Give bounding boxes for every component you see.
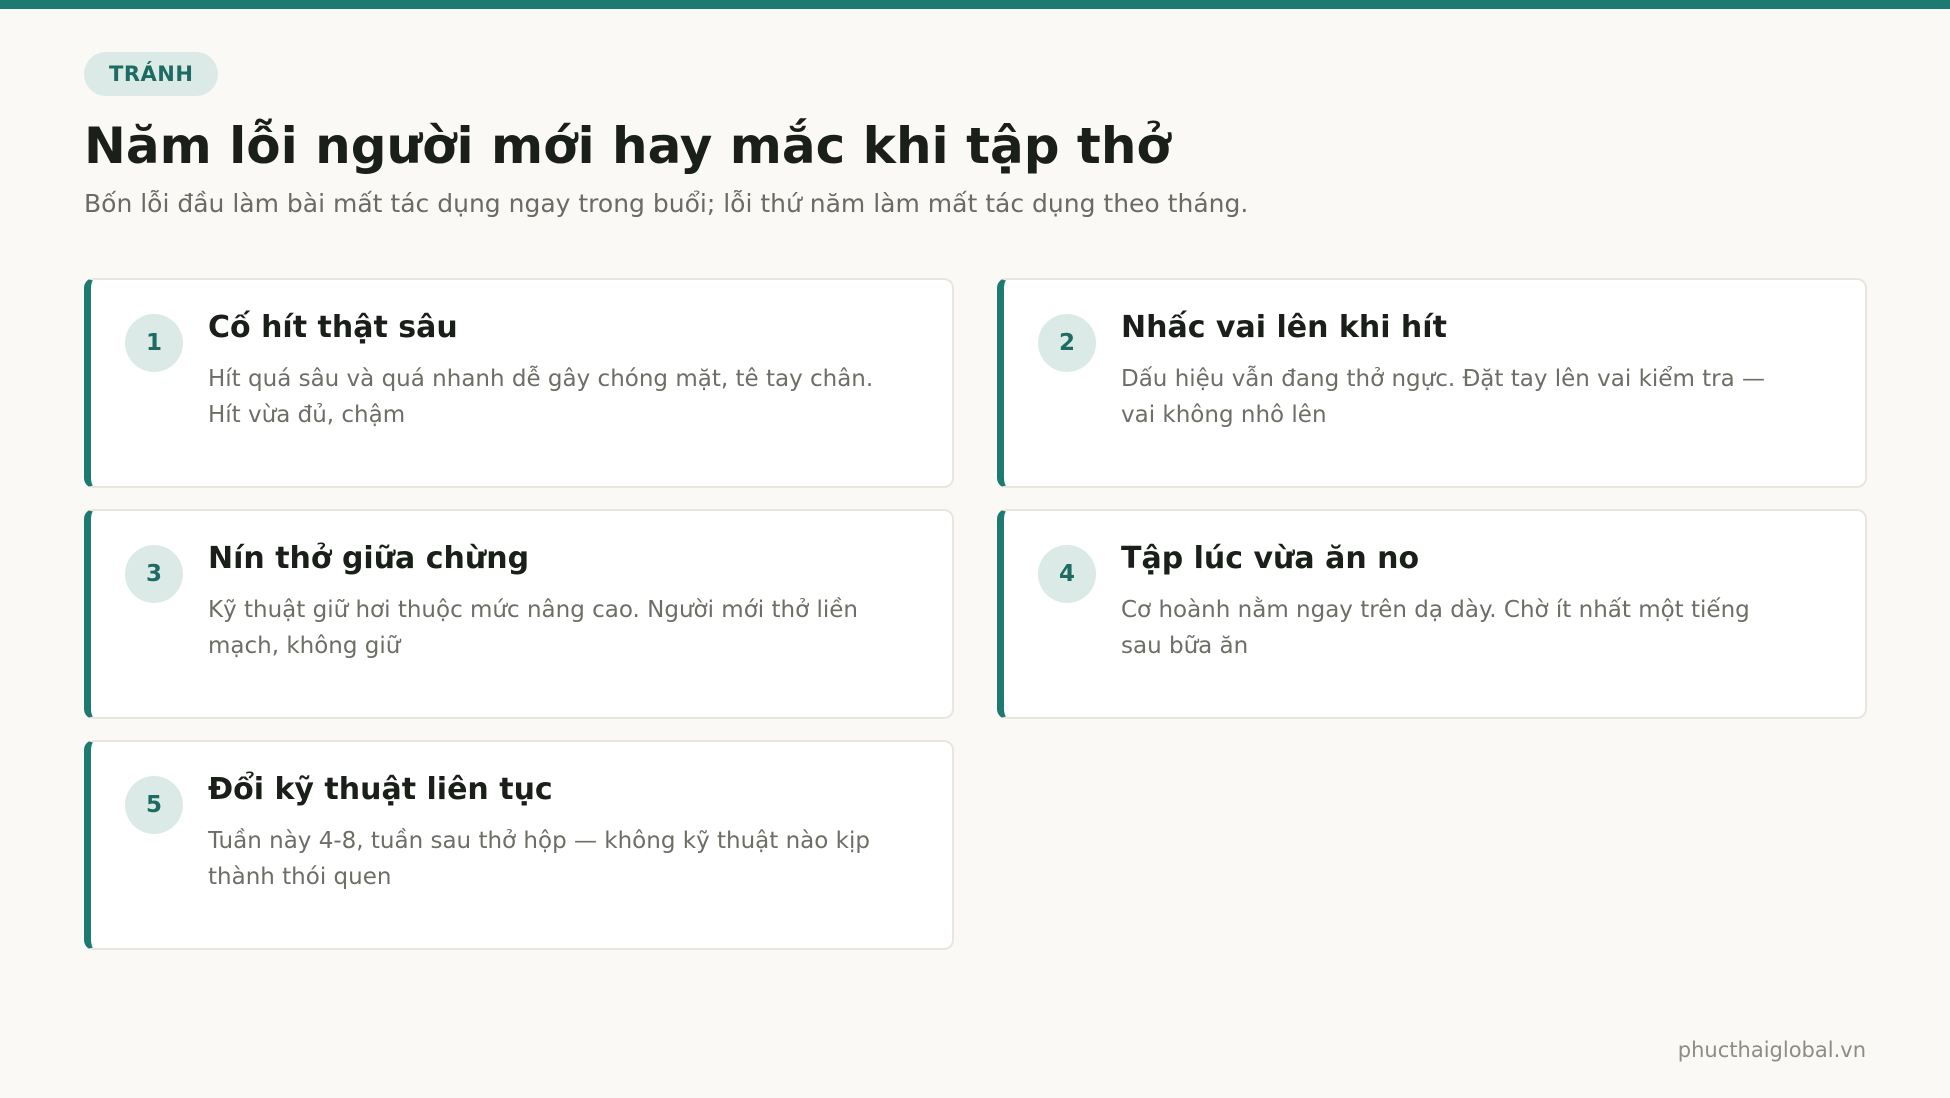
mistake-card-2: 2 Nhấc vai lên khi hít Dấu hiệu vẫn đang… — [997, 278, 1867, 488]
card-title: Nín thở giữa chừng — [208, 541, 530, 576]
card-title: Đổi kỹ thuật liên tục — [208, 772, 553, 807]
number-badge: 4 — [1038, 545, 1096, 603]
card-description: Cơ hoành nằm ngay trên dạ dày. Chờ ít nh… — [1121, 597, 1750, 659]
card-description: Hít quá sâu và quá nhanh dễ gây chóng mặ… — [208, 366, 874, 428]
number-badge: 1 — [125, 314, 183, 372]
mistake-card-5: 5 Đổi kỹ thuật liên tục Tuần này 4-8, tu… — [84, 740, 954, 950]
mistake-card-1: 1 Cố hít thật sâu Hít quá sâu và quá nha… — [84, 278, 954, 488]
card-title: Cố hít thật sâu — [208, 310, 458, 345]
mistakes-grid: 1 Cố hít thật sâu Hít quá sâu và quá nha… — [84, 278, 1867, 950]
number-badge: 3 — [125, 545, 183, 603]
page-subtitle: Bốn lỗi đầu làm bài mất tác dụng ngay tr… — [84, 188, 1249, 218]
top-accent-bar — [0, 0, 1950, 9]
card-description: Kỹ thuật giữ hơi thuộc mức nâng cao. Ngư… — [208, 597, 858, 659]
card-description: Dấu hiệu vẫn đang thở ngực. Đặt tay lên … — [1121, 366, 1766, 428]
footer-website: phucthaiglobal.vn — [1677, 1038, 1866, 1062]
card-title: Nhấc vai lên khi hít — [1121, 310, 1447, 345]
page-title: Năm lỗi người mới hay mắc khi tập thở — [84, 117, 1171, 175]
card-description: Tuần này 4-8, tuần sau thở hộp — không k… — [208, 828, 870, 890]
number-badge: 2 — [1038, 314, 1096, 372]
number-badge: 5 — [125, 776, 183, 834]
mistake-card-4: 4 Tập lúc vừa ăn no Cơ hoành nằm ngay tr… — [997, 509, 1867, 719]
card-title: Tập lúc vừa ăn no — [1121, 541, 1420, 576]
category-tag: TRÁNH — [84, 52, 219, 96]
mistake-card-3: 3 Nín thở giữa chừng Kỹ thuật giữ hơi th… — [84, 509, 954, 719]
page-header: TRÁNH Năm lỗi người mới hay mắc khi tập … — [84, 52, 1864, 220]
